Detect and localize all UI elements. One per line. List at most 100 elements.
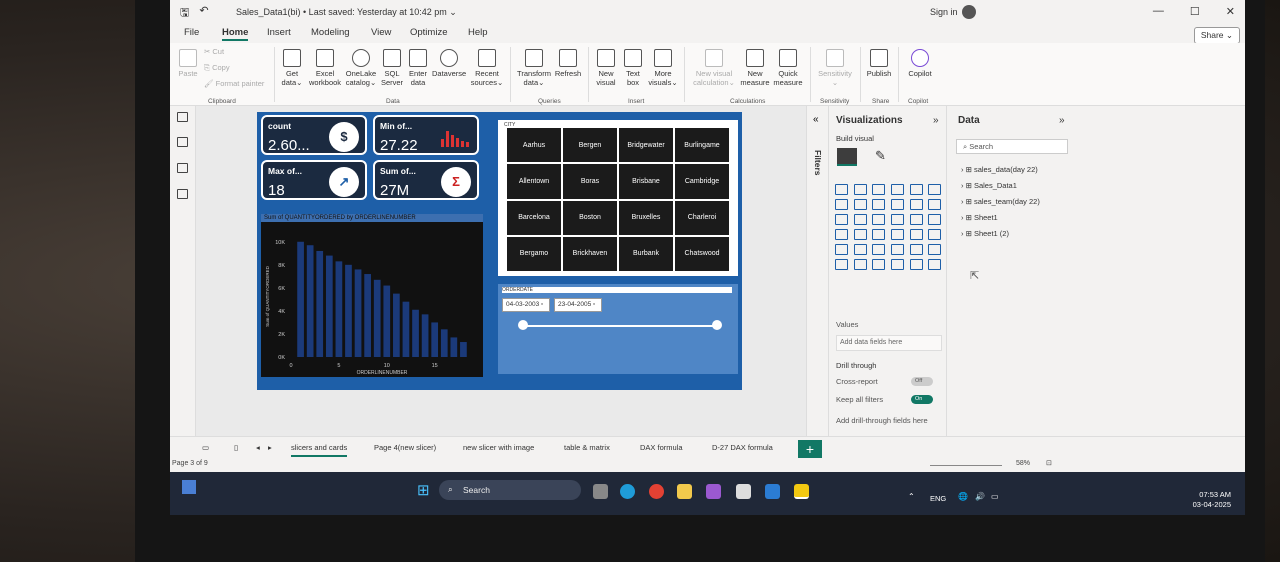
chart-bar[interactable] [383, 285, 391, 357]
stacked-area-visual-icon[interactable] [872, 199, 886, 210]
network-icon[interactable]: 🌐 [958, 492, 968, 501]
city-slicer-item[interactable]: Bruxelles [619, 200, 673, 235]
card-sum[interactable]: Sum of... 27M Σ [373, 160, 479, 200]
waterfall-visual-icon[interactable] [909, 199, 923, 210]
chart-bar[interactable] [402, 301, 410, 357]
chart-bar[interactable] [335, 261, 343, 357]
card-min[interactable]: Min of... 27.22 [373, 115, 479, 155]
page-tab[interactable]: DAX formula [640, 443, 683, 452]
tab-modeling[interactable]: Modeling [311, 27, 350, 38]
volume-icon[interactable]: 🔊 [975, 492, 985, 501]
city-slicer-item[interactable]: Brickhaven [563, 236, 617, 271]
model-view-icon[interactable] [177, 163, 188, 173]
card-visual-icon[interactable] [909, 229, 923, 240]
avatar[interactable] [962, 5, 976, 19]
quick-measure-button[interactable]: Quick measure [772, 49, 804, 87]
new-visual-calc-button[interactable]: New visual calculation⌄ [690, 49, 738, 87]
paste-button[interactable]: Paste [176, 49, 200, 78]
fit-page-icon[interactable]: ⊡ [1046, 459, 1052, 467]
paginated-visual-icon[interactable] [909, 259, 923, 270]
save-icon[interactable]: 🖫 [180, 4, 189, 23]
copilot-app-icon[interactable] [706, 484, 721, 499]
report-view-icon[interactable] [177, 112, 188, 122]
100-column-visual-icon[interactable] [928, 184, 942, 195]
city-slicer-item[interactable]: Bridgewater [619, 128, 673, 163]
chart-bar[interactable] [325, 255, 333, 357]
slicer-visual-icon[interactable] [853, 244, 867, 255]
chart-bar[interactable] [297, 241, 304, 357]
enter-data-button[interactable]: Enter data [406, 49, 430, 87]
file-explorer-icon[interactable] [677, 484, 692, 499]
next-page-icon[interactable]: ▸ [268, 443, 272, 452]
chart-bar[interactable] [421, 314, 429, 357]
city-slicer-item[interactable]: Boras [563, 164, 617, 199]
minimize-button[interactable]: — [1153, 5, 1164, 18]
clock[interactable]: 07:53 AM 03-04-2025 [1193, 490, 1231, 510]
chart-bar[interactable] [354, 269, 362, 357]
dataverse-button[interactable]: Dataverse [432, 49, 466, 78]
table-item[interactable]: › ⊞ Sheet1 (2) [961, 229, 1009, 238]
tab-help[interactable]: Help [468, 27, 488, 38]
widgets-icon[interactable] [182, 480, 196, 494]
chart-bar[interactable] [440, 329, 448, 357]
shape-map-visual-icon[interactable] [835, 229, 848, 240]
city-slicer-item[interactable]: Barcelona [507, 200, 561, 235]
line-visual-icon[interactable] [835, 199, 848, 210]
values-well[interactable]: Add data fields here [836, 335, 942, 351]
funnel-visual-icon[interactable] [928, 199, 942, 210]
expand-icon[interactable]: » [933, 115, 939, 126]
signin-link[interactable]: Sign in [930, 7, 958, 17]
format-painter-button[interactable]: 🖌 Format painter [204, 79, 264, 88]
r-visual-visual-icon[interactable] [909, 244, 923, 255]
copilot-button[interactable]: Copilot [904, 49, 936, 78]
treemap-visual-icon[interactable] [890, 214, 904, 225]
chevron-up-icon[interactable]: ⌃ [908, 492, 915, 501]
kpi-visual-icon[interactable] [835, 244, 848, 255]
multi-row-card-visual-icon[interactable] [928, 229, 942, 240]
table-visual-icon[interactable] [872, 244, 886, 255]
city-slicer-item[interactable]: Cambridge [675, 164, 729, 199]
store-icon[interactable] [736, 484, 751, 499]
table-item[interactable]: › ⊞ sales_team(day 22) [961, 197, 1040, 206]
ribbon-visual-icon[interactable] [890, 199, 904, 210]
refresh-button[interactable]: Refresh [554, 49, 582, 78]
text-box-button[interactable]: Text box [621, 49, 645, 87]
matrix-visual-icon[interactable] [890, 244, 904, 255]
donut-visual-icon[interactable] [872, 214, 886, 225]
transform-data-button[interactable]: Transform data⌄ [516, 49, 552, 87]
chart-bar[interactable] [431, 322, 439, 357]
map-visual-icon[interactable] [909, 214, 923, 225]
table-item[interactable]: › ⊞ Sheet1 [961, 213, 998, 222]
page-tab[interactable]: new slicer with image [463, 443, 534, 452]
filters-pane-collapsed[interactable]: « Filters [806, 106, 828, 436]
add-page-button[interactable]: + [798, 440, 822, 460]
chart-bar[interactable] [345, 264, 352, 357]
edge-icon[interactable] [620, 484, 635, 499]
tab-insert[interactable]: Insert [267, 27, 291, 38]
stacked-bar-visual-icon[interactable] [835, 184, 848, 195]
page-tab[interactable]: D-27 DAX formula [712, 443, 773, 452]
outlook-icon[interactable] [765, 484, 780, 499]
chart-bar[interactable] [450, 337, 458, 357]
start-date-input[interactable]: 04-03-2003 ▫ [502, 298, 550, 312]
page-tab[interactable]: table & matrix [564, 443, 610, 452]
more-visuals-button[interactable]: More visuals⌄ [648, 49, 678, 87]
build-visual-tab[interactable] [837, 148, 857, 166]
format-visual-icon[interactable]: ✎ [875, 148, 886, 164]
city-slicer-item[interactable]: Bergen [563, 128, 617, 163]
python-visual-visual-icon[interactable] [928, 244, 942, 255]
city-slicer-item[interactable]: Aarhus [507, 128, 561, 163]
chart-bar[interactable] [393, 293, 400, 357]
chart-bar[interactable] [460, 342, 467, 357]
publish-button[interactable]: Publish [864, 49, 894, 78]
city-slicer-item[interactable]: Brisbane [619, 164, 673, 199]
clustered-bar-visual-icon[interactable] [872, 184, 886, 195]
undo-icon[interactable]: ↶ [199, 4, 208, 23]
taskbar-search[interactable]: ⌕ Search [439, 480, 581, 500]
filled-map-visual-icon[interactable] [928, 214, 942, 225]
expand-data-icon[interactable]: » [1059, 115, 1065, 126]
area-visual-icon[interactable] [853, 199, 867, 210]
bar-chart[interactable]: Sum of QUANTITYORDERED by ORDERLINENUMBE… [261, 214, 483, 377]
table-item[interactable]: › ⊞ sales_data(day 22) [961, 165, 1038, 174]
city-slicer-item[interactable]: Boston [563, 200, 617, 235]
